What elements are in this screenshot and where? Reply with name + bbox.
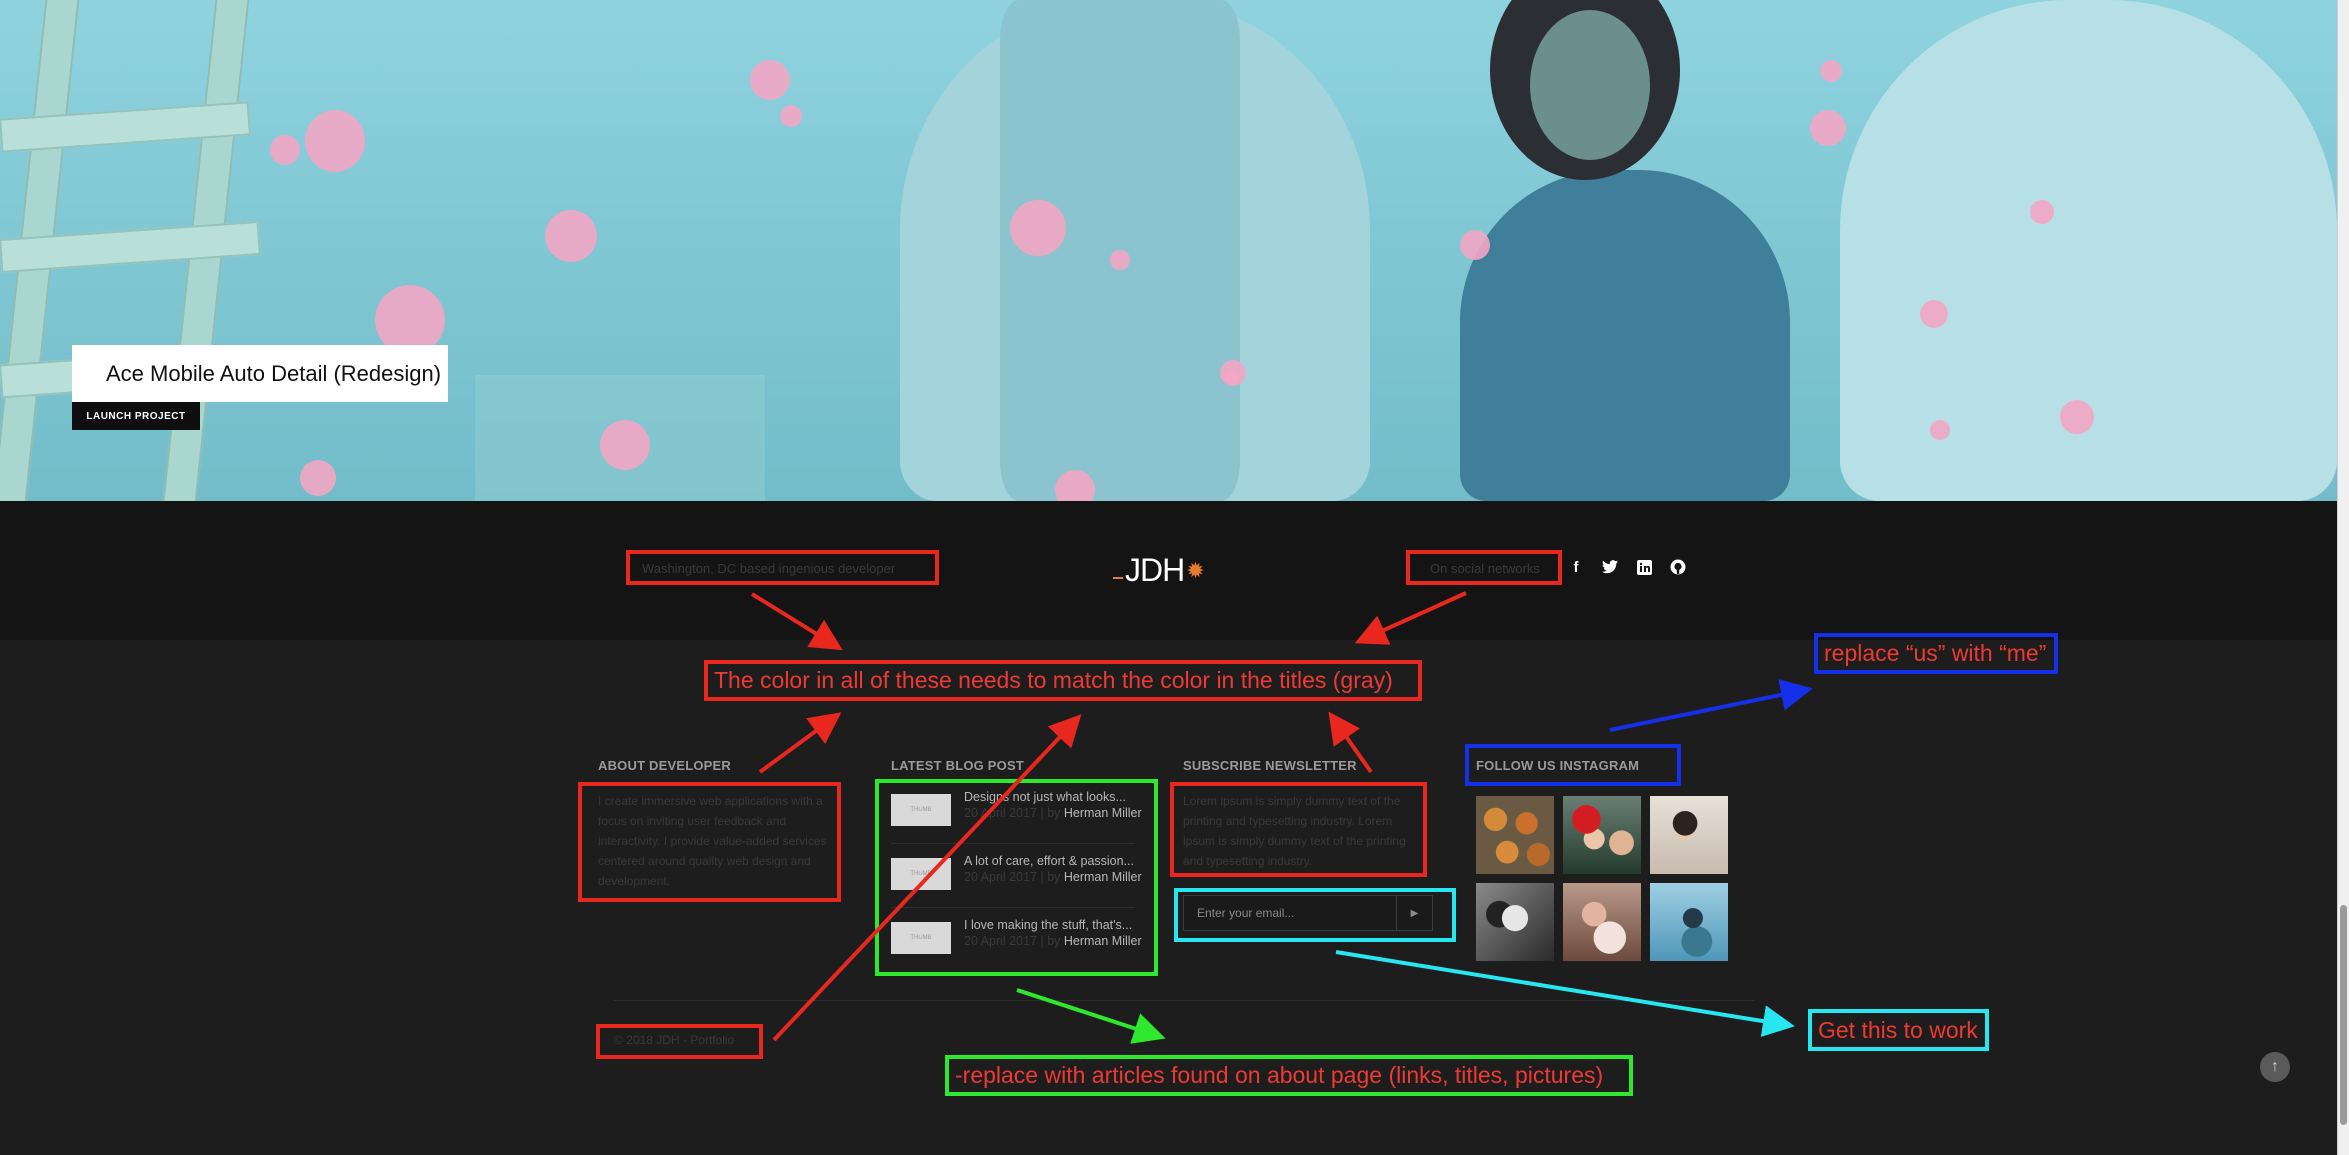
instagram-photo[interactable] [1476,883,1554,961]
annotation-text-me: replace “us” with “me” [1824,640,2047,666]
latest-blog-title: LATEST BLOG POST [891,758,1024,773]
instagram-photo[interactable] [1563,796,1641,874]
instagram-photo[interactable] [1563,883,1641,961]
hero-banner [0,0,2337,501]
subscribe-title: SUBSCRIBE NEWSLETTER [1183,758,1357,773]
project-title: Ace Mobile Auto Detail (Redesign) [106,360,442,386]
hero-child-shirt [1460,170,1790,501]
annotation-note-work: Get this to work [1808,1009,1989,1051]
annotation-box-instagram-title [1465,744,1681,786]
annotation-box-tagline [626,550,939,585]
twitter-icon[interactable] [1601,558,1619,576]
facebook-icon[interactable]: f [1567,558,1585,576]
instagram-photo[interactable] [1650,883,1728,961]
logo-text: JDH [1125,552,1185,588]
scrollbar-thumb[interactable] [2340,905,2347,1125]
annotation-box-subscribe [1170,782,1427,877]
github-icon[interactable] [1669,558,1687,576]
annotation-box-email [1174,888,1456,942]
jdh-logo[interactable]: JDH ✹ [1113,552,1205,589]
social-links: f [1567,558,1687,576]
annotation-text-work: Get this to work [1818,1016,1978,1043]
annotation-box-about [578,782,841,902]
instagram-grid [1476,796,1728,961]
annotation-note-articles: -replace with articles found on about pa… [945,1055,1633,1096]
project-title-card: Ace Mobile Auto Detail (Redesign) [72,345,448,402]
page-scrollbar[interactable] [2337,0,2349,1155]
launch-project-button[interactable]: LAUNCH PROJECT [72,402,200,430]
logo-swoosh-icon [1113,576,1123,579]
page: Ace Mobile Auto Detail (Redesign) LAUNCH… [0,0,2349,1155]
footer-divider [614,1000,1754,1001]
instagram-photo[interactable] [1476,796,1554,874]
about-developer-title: ABOUT DEVELOPER [598,758,732,773]
annotation-box-social-label [1406,550,1562,585]
instagram-photo[interactable] [1650,796,1728,874]
annotation-box-blog [875,779,1158,976]
annotation-text-gray: The color in all of these needs to match… [714,667,1393,693]
linkedin-icon[interactable] [1635,558,1653,576]
annotation-note-me: replace “us” with “me” [1814,633,2058,674]
logo-burst-icon: ✹ [1186,557,1205,583]
annotation-box-copyright [596,1024,763,1059]
annotation-text-articles: -replace with articles found on about pa… [955,1062,1604,1088]
annotation-note-gray: The color in all of these needs to match… [704,660,1422,701]
back-to-top-button[interactable]: ↑ [2260,1052,2290,1082]
